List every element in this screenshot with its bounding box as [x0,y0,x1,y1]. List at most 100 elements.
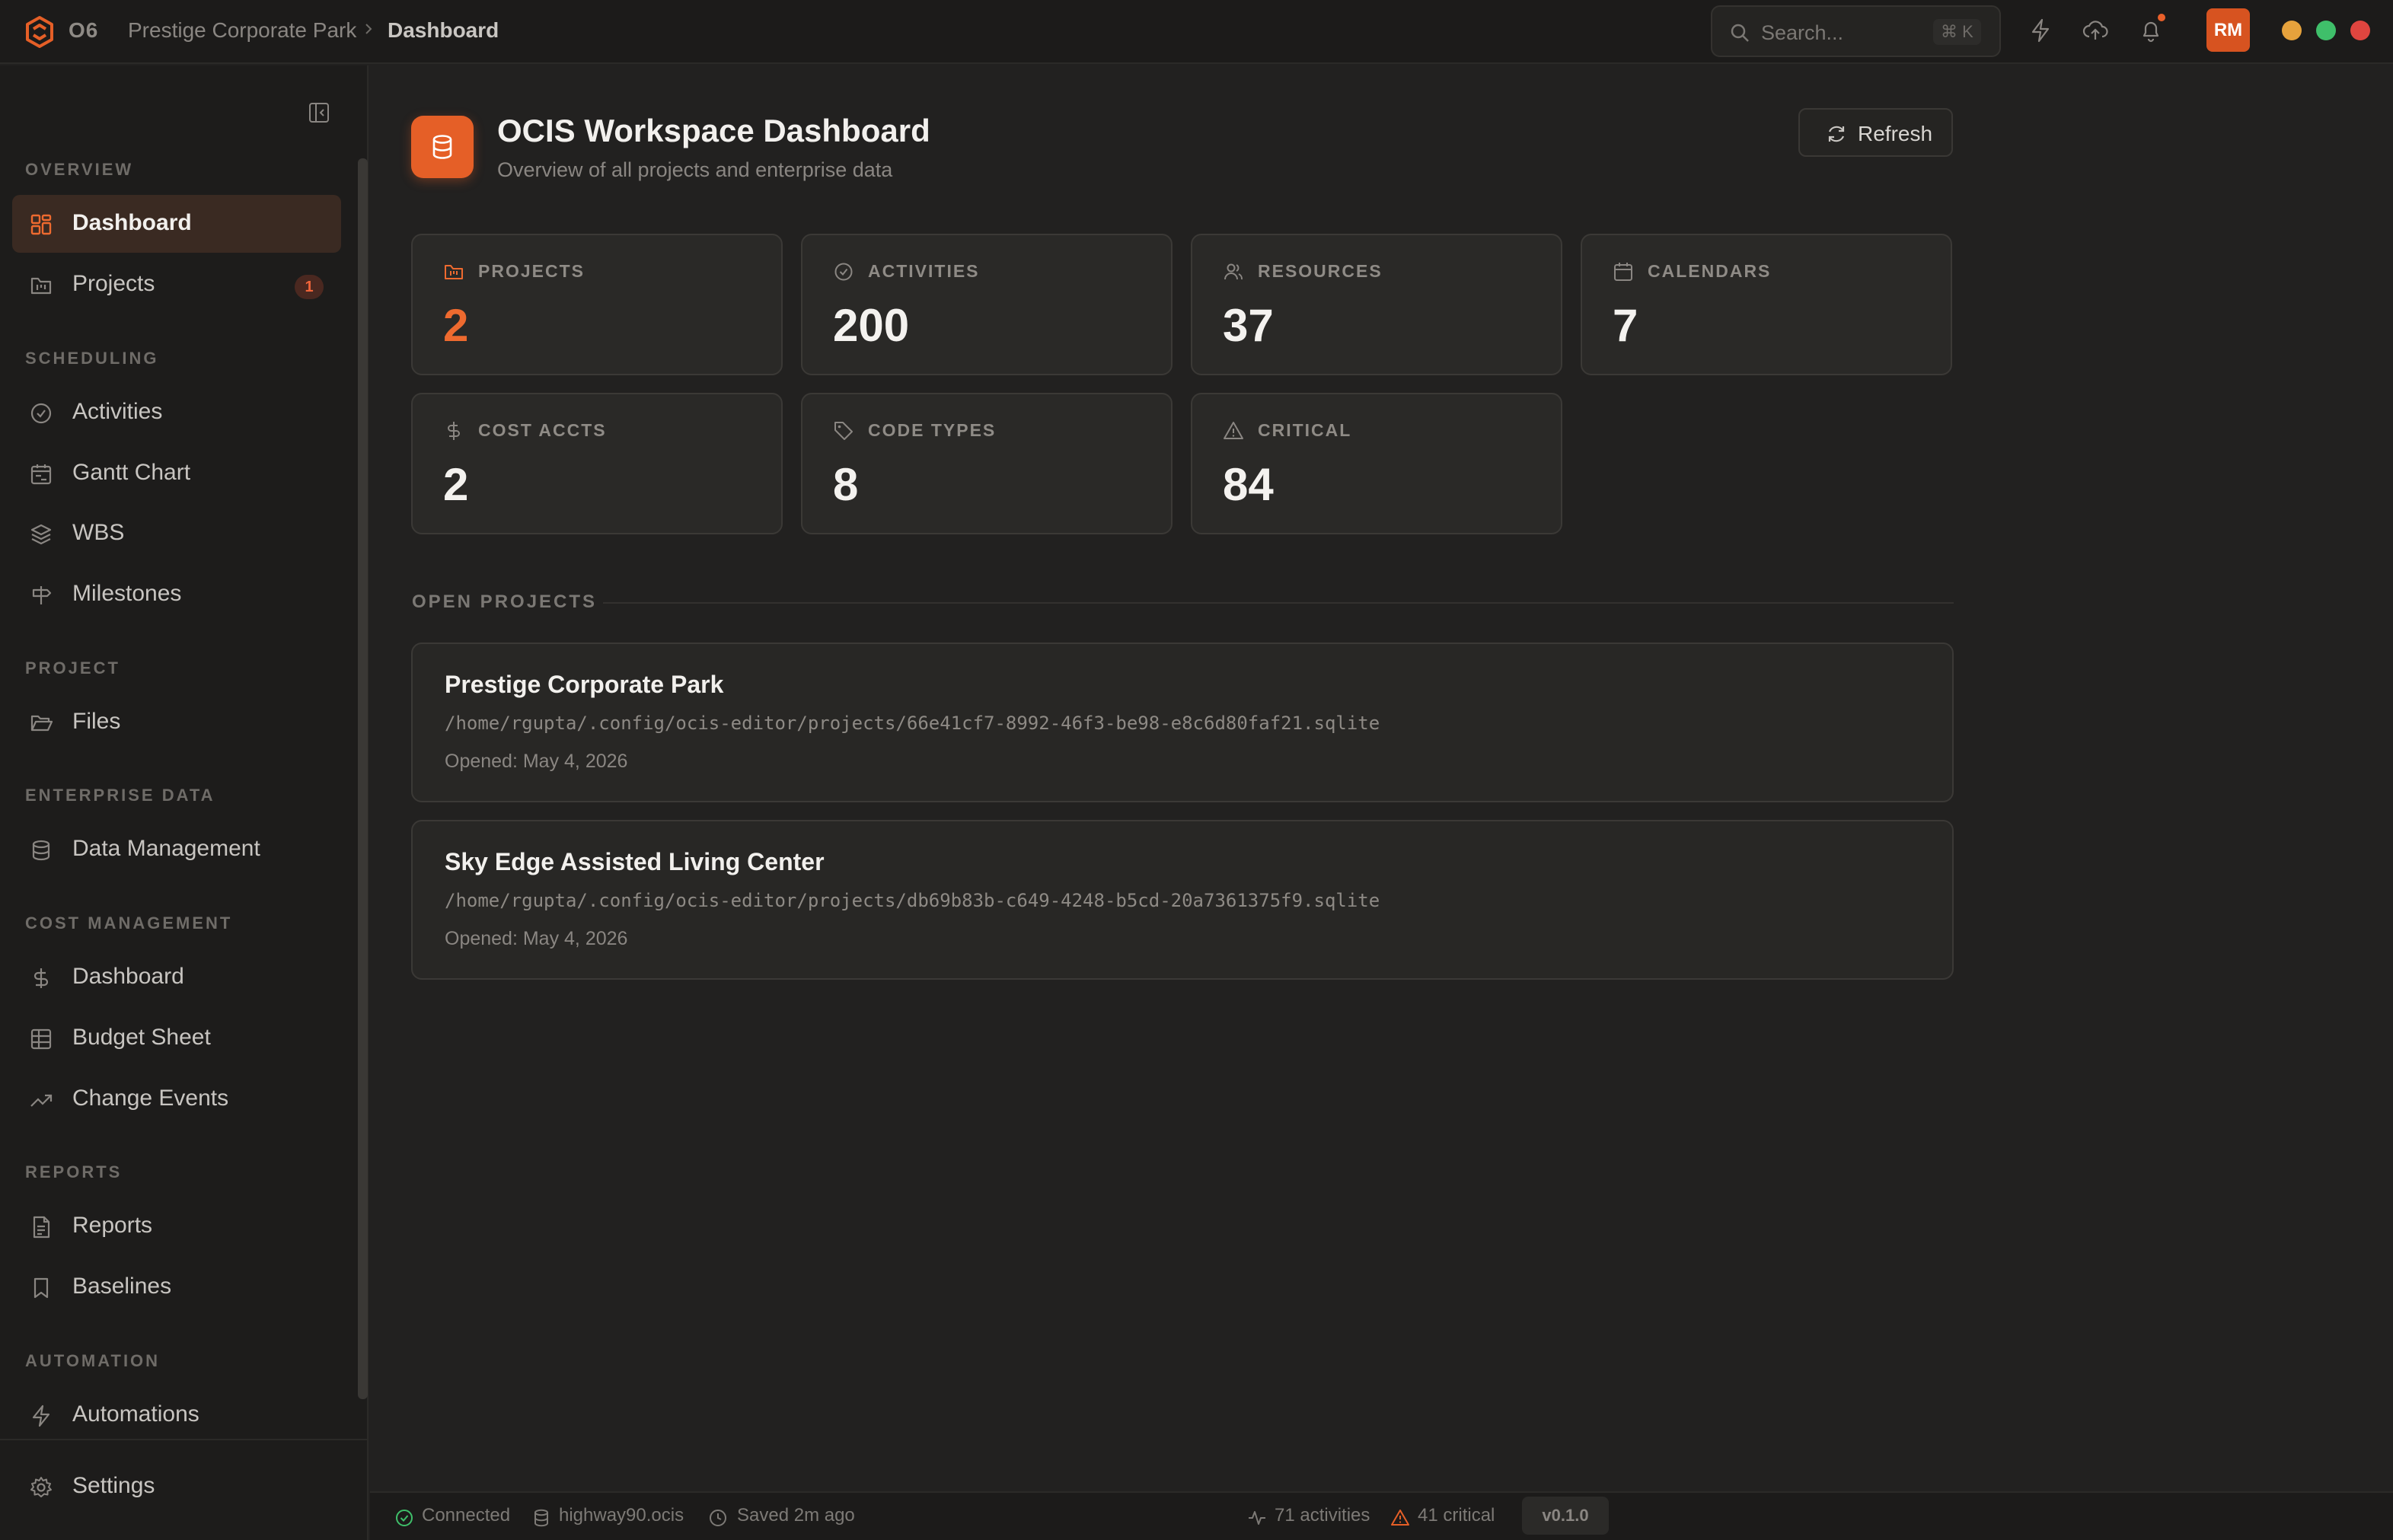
status-bar: Connected highway90.ocis Saved 2m ago 71… [370,1491,2393,1540]
sidebar-item-label: Automations [72,1401,199,1427]
app-logo-icon[interactable] [21,14,58,50]
project-opened-date: Opened: May 4, 2026 [445,751,628,772]
stat-value: 200 [833,300,910,351]
stat-card-projects[interactable]: PROJECTS 2 [411,234,783,375]
search-input[interactable]: Search... ⌘ K [1711,5,2001,57]
sidebar-item-projects[interactable]: Projects 1 [12,256,341,314]
stat-value: 2 [443,300,469,351]
search-shortcut: ⌘ K [1933,19,1981,45]
folder-open-icon [30,715,53,732]
stat-card-critical[interactable]: CRITICAL 84 [1191,393,1562,534]
cloud-upload-icon[interactable] [2082,17,2109,44]
sidebar-item-cost-dashboard[interactable]: Dashboard [12,949,341,1006]
sidebar-item-label: Gantt Chart [72,460,191,485]
stat-card-activities[interactable]: ACTIVITIES 200 [801,234,1173,375]
sidebar-scrollbar[interactable] [358,158,368,1399]
folder-kanban-icon [445,265,463,279]
section-cost-management: COST MANAGEMENT [25,913,233,933]
window-maximize-button[interactable] [2316,21,2336,40]
sidebar-item-change-events[interactable]: Change Events [12,1070,341,1128]
sidebar-item-label: Activities [72,399,163,424]
sidebar-item-milestones[interactable]: Milestones [12,566,341,623]
trending-up-icon [30,1094,53,1107]
refresh-icon [1828,126,1845,142]
file-text-icon [33,1216,50,1239]
section-enterprise-data: ENTERPRISE DATA [25,786,215,805]
database-name: highway90.ocis [559,1505,684,1526]
sidebar-item-label: Baselines [72,1274,172,1299]
project-name: Sky Edge Assisted Living Center [445,848,825,875]
notification-dot [2158,14,2165,21]
sidebar-item-label: Change Events [72,1086,229,1111]
section-scheduling: SCHEDULING [25,349,159,368]
stat-value: 37 [1223,300,1274,351]
sidebar-item-label: WBS [72,520,125,545]
connected-status-icon [396,1510,413,1526]
activity-pulse-icon [1249,1511,1265,1525]
page-subtitle: Overview of all projects and enterprise … [497,158,893,181]
project-path: /home/rgupta/.config/ocis-editor/project… [445,713,1380,734]
sidebar-item-reports[interactable]: Reports [12,1197,341,1255]
sidebar-item-label: Projects [72,271,155,296]
sidebar-item-dashboard[interactable]: Dashboard [12,195,341,253]
project-card[interactable]: Sky Edge Assisted Living Center /home/rg… [411,820,1954,980]
sidebar-item-label: Milestones [72,581,182,606]
stat-value: 8 [833,459,859,510]
clock-icon [710,1510,726,1526]
calendar-icon [1614,263,1632,281]
window-minimize-button[interactable] [2282,21,2302,40]
sidebar-item-budget-sheet[interactable]: Budget Sheet [12,1009,341,1067]
open-projects-divider [603,602,1954,604]
activities-count: 71 activities [1275,1505,1370,1526]
stat-label: COST ACCTS [478,420,607,440]
project-card[interactable]: Prestige Corporate Park /home/rgupta/.co… [411,642,1954,802]
page-header-database-icon [411,116,474,178]
section-reports: REPORTS [25,1162,123,1181]
gear-icon [30,1477,52,1497]
page-title: OCIS Workspace Dashboard [497,113,930,148]
sidebar-item-settings[interactable]: Settings [12,1458,341,1516]
brand-name: O6 [69,18,99,42]
signpost-icon [32,586,52,604]
stat-card-resources[interactable]: RESOURCES 37 [1191,234,1562,375]
project-opened-date: Opened: May 4, 2026 [445,928,628,949]
users-icon [1224,263,1243,280]
check-circle-icon [30,403,52,424]
stat-label: RESOURCES [1258,261,1383,281]
sidebar-item-activities[interactable]: Activities [12,384,341,442]
stat-card-code-types[interactable]: CODE TYPES 8 [801,393,1173,534]
stat-card-calendars[interactable]: CALENDARS 7 [1581,234,1952,375]
calendar-range-icon [30,464,52,485]
zap-icon[interactable] [2027,17,2054,44]
sidebar-collapse-icon[interactable] [308,101,330,124]
critical-count: 41 critical [1418,1505,1495,1526]
check-circle-icon [834,263,853,281]
search-icon [1731,24,1749,42]
search-placeholder: Search... [1761,21,1844,44]
avatar[interactable]: RM [2206,8,2250,52]
saved-status: Saved 2m ago [737,1505,855,1526]
tag-icon [834,422,853,440]
sidebar-item-data-management[interactable]: Data Management [12,821,341,878]
sidebar-item-gantt-chart[interactable]: Gantt Chart [12,445,341,502]
window-close-button[interactable] [2350,21,2370,40]
breadcrumb-project[interactable]: Prestige Corporate Park [128,18,356,43]
stat-value: 84 [1223,459,1274,510]
sidebar-item-label: Reports [72,1213,153,1238]
version-badge: v0.1.0 [1522,1497,1609,1535]
sidebar-item-label: Dashboard [72,964,184,989]
sidebar-item-baselines[interactable]: Baselines [12,1258,341,1316]
sidebar-item-automations[interactable]: Automations [12,1386,341,1444]
top-bar: O6 Prestige Corporate Park Dashboard Sea… [0,0,2393,64]
projects-count-badge: 1 [295,275,324,299]
layers-icon [30,524,52,545]
stat-card-cost-accts[interactable]: COST ACCTS 2 [411,393,783,534]
sidebar-divider [0,1439,369,1440]
bookmark-icon [34,1277,49,1299]
open-projects-heading: OPEN PROJECTS [412,591,598,612]
dollar-icon [448,422,460,440]
refresh-button[interactable]: Refresh [1798,108,1953,157]
sidebar-item-wbs[interactable]: WBS [12,505,341,563]
zap-icon [32,1404,50,1427]
sidebar-item-files[interactable]: Files [12,693,341,751]
